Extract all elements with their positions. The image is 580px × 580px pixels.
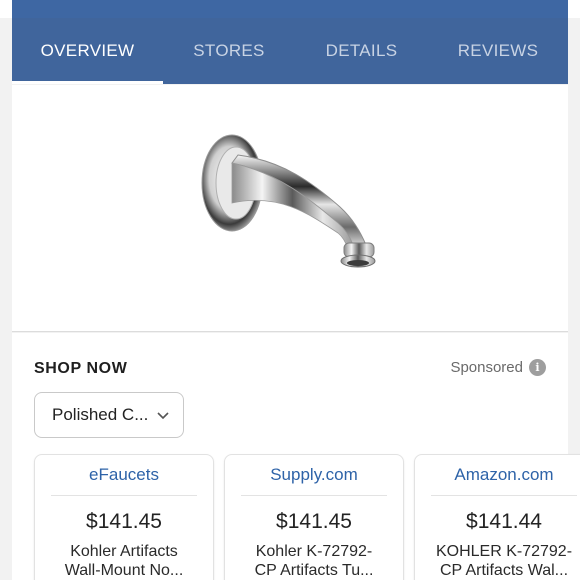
store-product-description: Kohler K-72792- CP Artifacts Tu... [231,542,397,580]
store-product-description: KOHLER K-72792- CP Artifacts Wal... [421,542,580,580]
sponsored-label: Sponsored i [450,359,546,376]
store-price: $141.45 [276,510,352,533]
tab-bar: OVERVIEW STORES DETAILS REVIEWS [12,18,568,84]
store-price: $141.45 [86,510,162,533]
tab-details[interactable]: DETAILS [295,18,428,84]
tab-overview[interactable]: OVERVIEW [12,18,163,84]
tab-label: OVERVIEW [40,41,135,60]
tab-stores[interactable]: STORES [163,18,295,84]
tab-reviews[interactable]: REVIEWS [428,18,568,84]
store-offer-card[interactable]: Supply.com $141.45 Kohler K-72792- CP Ar… [224,454,404,580]
variant-dropdown[interactable]: Polished C... [34,392,184,438]
store-name-link[interactable]: eFaucets [35,465,213,485]
description-line: KOHLER K-72792- [435,543,573,560]
shop-now-card: SHOP NOW Sponsored i Polished C... eFauc… [12,333,580,580]
tab-label: STORES [193,41,265,60]
description-line: Wall-Mount No... [64,562,184,579]
product-image-card [12,85,568,332]
description-line: CP Artifacts Tu... [254,562,374,579]
divider [431,495,577,496]
shop-now-title: SHOP NOW [34,360,128,377]
store-product-description: Kohler Artifacts Wall-Mount No... [41,542,207,580]
variant-selected-value: Polished C... [52,405,149,424]
store-offer-card[interactable]: Amazon.com $141.44 KOHLER K-72792- CP Ar… [414,454,580,580]
header-bar [12,0,568,18]
store-name-link[interactable]: Supply.com [225,465,403,485]
sponsored-text: Sponsored [450,359,523,376]
store-price: $141.44 [466,510,542,533]
chevron-down-icon [157,412,169,420]
description-line: CP Artifacts Wal... [439,562,569,579]
tab-label: DETAILS [325,41,398,60]
info-icon[interactable]: i [529,359,546,376]
active-tab-indicator [12,81,163,84]
app-frame: OVERVIEW STORES DETAILS REVIEWS SHOP NOW… [0,0,580,580]
store-offer-card[interactable]: eFaucets $141.45 Kohler Artifacts Wall-M… [34,454,214,580]
description-line: Kohler K-72792- [255,543,373,560]
tab-label: REVIEWS [457,41,539,60]
divider [241,495,387,496]
faucet-spout-image[interactable] [188,133,392,283]
store-name-link[interactable]: Amazon.com [415,465,580,485]
description-line: Kohler Artifacts [70,543,178,560]
divider [51,495,197,496]
store-offers-row: eFaucets $141.45 Kohler Artifacts Wall-M… [34,454,580,580]
